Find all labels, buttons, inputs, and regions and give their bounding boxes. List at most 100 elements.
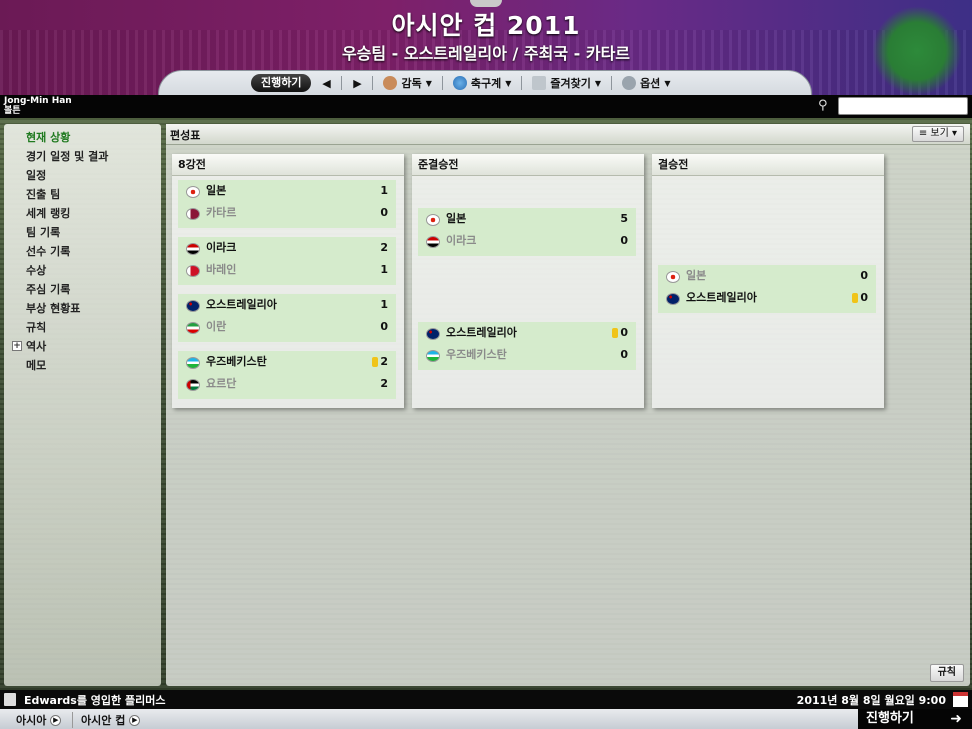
calendar-icon[interactable] (953, 692, 968, 707)
team-name[interactable]: 이라크 (446, 230, 476, 252)
sidebar-item-team-stats[interactable]: 팀 기록 (4, 223, 161, 242)
flag-icon (186, 208, 200, 220)
view-button-label: 보기 (930, 128, 949, 139)
team-name[interactable]: 오스트레일리아 (206, 294, 277, 316)
breadcrumb: 아시아 ▶ 아시안 컵 ▶ (0, 709, 972, 729)
back-arrow-icon[interactable]: ◀ (317, 77, 335, 90)
options-menu[interactable]: 옵션 ▼ (618, 74, 674, 92)
team-name[interactable]: 우즈베키스탄 (446, 344, 507, 366)
team-name[interactable]: 요르단 (206, 373, 236, 395)
team-row[interactable]: 카타르 0 (178, 202, 396, 224)
sidebar-item-label: 현재 상황 (26, 131, 71, 144)
team-score: 0 (860, 291, 868, 304)
match-box[interactable]: 오스트레일리아 1 이란 0 (178, 294, 396, 342)
sidebar-item-overview[interactable]: 현재 상황 (4, 128, 161, 147)
team-name[interactable]: 우즈베키스탄 (206, 351, 267, 373)
search-input[interactable] (838, 97, 968, 115)
flag-icon (426, 214, 440, 226)
sidebar-item-awards[interactable]: 수상 (4, 261, 161, 280)
continue-button-top[interactable]: 진행하기 (251, 74, 312, 92)
chevron-right-icon[interactable]: ▶ (129, 714, 141, 726)
separator (372, 76, 374, 90)
breadcrumb-item-asia[interactable]: 아시아 ▶ (16, 712, 62, 728)
team-name[interactable]: 일본 (686, 265, 706, 287)
team-row[interactable]: 우즈베키스탄 0 (418, 344, 636, 366)
match-box[interactable]: 우즈베키스탄 2 요르단 2 (178, 351, 396, 399)
chevron-down-icon: ▼ (505, 78, 512, 88)
sidebar-item-label: 수상 (26, 264, 47, 277)
team-row[interactable]: 이란 0 (178, 316, 396, 338)
sidebar-item-label: 규칙 (26, 321, 47, 334)
sidebar-item-referee-stats[interactable]: 주심 기록 (4, 280, 161, 299)
sidebar-item-label: 일정 (26, 169, 47, 182)
rules-button[interactable]: 규칙 (929, 664, 964, 682)
flag-icon (186, 265, 200, 277)
team-row[interactable]: 오스트레일리아 0 (418, 322, 636, 344)
match-box[interactable]: 오스트레일리아 0 우즈베키스탄 0 (418, 322, 636, 370)
news-ticker[interactable]: Edwards를 영입한 플리머스 2011년 8월 8일 월요일 9:00 (0, 690, 972, 709)
team-row[interactable]: 오스트레일리아 1 (178, 294, 396, 316)
match-box[interactable]: 일본 0 오스트레일리아 0 (658, 265, 876, 313)
globe-icon (452, 76, 467, 90)
team-name[interactable]: 이라크 (206, 237, 236, 259)
continue-button-bottom[interactable]: 진행하기 ➜ (858, 709, 972, 729)
team-score: 2 (380, 355, 388, 368)
sidebar-item-world-rankings[interactable]: 세계 랭킹 (4, 204, 161, 223)
chevron-right-icon[interactable]: ▶ (50, 714, 62, 726)
sidebar-item-notes[interactable]: 메모 (4, 356, 161, 375)
team-row[interactable]: 일본 0 (658, 265, 876, 287)
team-name[interactable]: 오스트레일리아 (446, 322, 517, 344)
sidebar-item-injuries[interactable]: 부상 현황표 (4, 299, 161, 318)
team-score: 0 (380, 320, 388, 333)
view-button[interactable]: ≡ 보기 ▾ (911, 126, 964, 142)
team-score: 5 (620, 212, 628, 225)
team-row[interactable]: 일본 5 (418, 208, 636, 230)
team-row[interactable]: 오스트레일리아 0 (658, 287, 876, 309)
manager-name[interactable]: Jong-Min Han (4, 96, 72, 106)
team-name[interactable]: 이란 (206, 316, 226, 338)
manager-menu[interactable]: 감독 ▼ (379, 74, 435, 92)
forward-arrow-icon[interactable]: ▶ (348, 77, 366, 90)
sidebar: 현재 상황 경기 일정 및 결과 일정 진출 팀 세계 랭킹 팀 기록 선수 기… (4, 124, 161, 686)
team-row[interactable]: 이라크 0 (418, 230, 636, 252)
expand-icon[interactable]: + (12, 341, 22, 351)
sidebar-item-history[interactable]: + 역사 (4, 337, 161, 356)
match-box[interactable]: 일본 1 카타르 0 (178, 180, 396, 228)
team-score: 0 (860, 269, 868, 282)
sidebar-item-schedule[interactable]: 일정 (4, 166, 161, 185)
breadcrumb-item-asian-cup[interactable]: 아시안 컵 ▶ (72, 712, 141, 728)
news-headline[interactable]: Edwards를 영입한 플리머스 (24, 692, 165, 708)
team-name[interactable]: 일본 (206, 180, 226, 202)
search-icon[interactable]: ⚲ (818, 98, 828, 113)
world-menu[interactable]: 축구계 ▼ (449, 74, 516, 92)
breadcrumb-label: 아시안 컵 (81, 714, 126, 727)
team-row[interactable]: 요르단 2 (178, 373, 396, 395)
team-name[interactable]: 바레인 (206, 259, 236, 281)
team-row[interactable]: 이라크 2 (178, 237, 396, 259)
team-score: 0 (620, 234, 628, 247)
team-name[interactable]: 카타르 (206, 202, 236, 224)
round-column: 준결승전 일본 5 이라크 0 오스트레일리아 0 우즈베키스탄 0 (412, 154, 644, 408)
gear-icon (622, 76, 637, 90)
match-box[interactable]: 일본 5 이라크 0 (418, 208, 636, 256)
team-row[interactable]: 우즈베키스탄 2 (178, 351, 396, 373)
sidebar-item-player-stats[interactable]: 선수 기록 (4, 242, 161, 261)
sidebar-item-label: 팀 기록 (26, 226, 61, 239)
sidebar-item-fixtures-results[interactable]: 경기 일정 및 결과 (4, 147, 161, 166)
team-row[interactable]: 바레인 1 (178, 259, 396, 281)
panel-title: 편성표 (170, 129, 201, 142)
match-box[interactable]: 이라크 2 바레인 1 (178, 237, 396, 285)
team-name[interactable]: 오스트레일리아 (686, 287, 757, 309)
sidebar-item-label: 부상 현황표 (26, 302, 81, 315)
penalty-win-icon (372, 357, 378, 367)
team-row[interactable]: 일본 1 (178, 180, 396, 202)
club-name[interactable]: 볼튼 (4, 106, 21, 116)
news-icon (4, 693, 16, 706)
team-score: 0 (380, 206, 388, 219)
team-score: 1 (380, 184, 388, 197)
team-name[interactable]: 일본 (446, 208, 466, 230)
penalty-win-icon (852, 293, 858, 303)
favorites-menu[interactable]: 즐겨찾기 ▼ (528, 74, 605, 92)
sidebar-item-rules[interactable]: 규칙 (4, 318, 161, 337)
sidebar-item-qualified-teams[interactable]: 진출 팀 (4, 185, 161, 204)
